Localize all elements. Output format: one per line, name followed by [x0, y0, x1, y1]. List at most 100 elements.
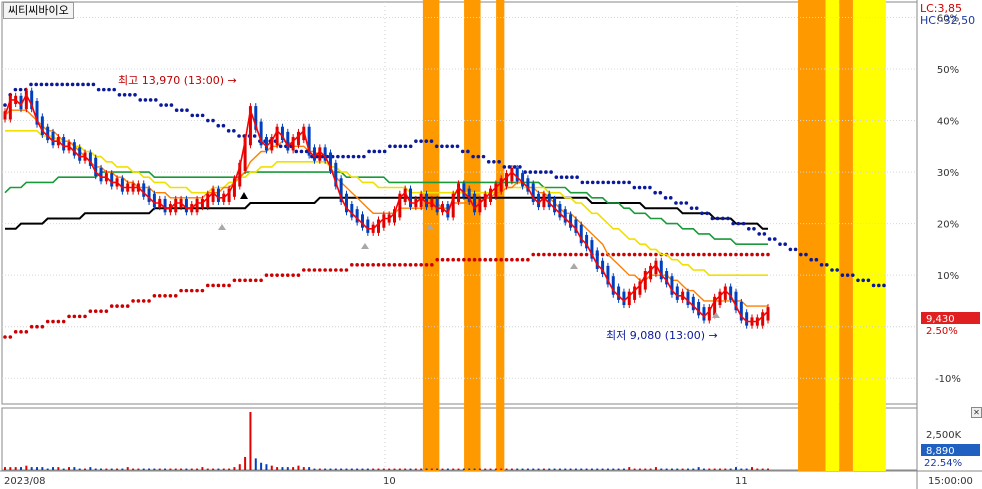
candle-body: [718, 291, 722, 306]
volume-bar: [137, 468, 140, 470]
envelope-lower-series-point: [718, 252, 722, 257]
candle-body: [761, 312, 765, 326]
envelope-lower-series-point: [339, 268, 343, 272]
envelope-upper-series-point: [741, 221, 746, 226]
highlight-band-6: [839, 0, 853, 471]
volume-bar: [462, 468, 465, 470]
envelope-lower-series-point: [141, 299, 146, 303]
envelope-lower-series-point: [264, 273, 269, 277]
volume-bar: [334, 468, 337, 470]
envelope-upper-series-point: [346, 154, 351, 159]
envelope-upper-series-point: [798, 252, 803, 257]
envelope-lower-series-point: [504, 257, 509, 262]
envelope-lower-series-point: [259, 278, 263, 283]
envelope-lower-series-point: [424, 263, 429, 267]
volume-bar: [84, 468, 87, 470]
envelope-lower-series-point: [515, 257, 520, 262]
volume-bar: [217, 468, 220, 470]
envelope-upper-series-point: [440, 144, 444, 149]
volume-bar: [558, 468, 561, 470]
stock-chart[interactable]: 60%50%40%30%20%10%-10%최고 13,970 (13:00) …: [0, 0, 982, 489]
envelope-upper-series-point: [434, 144, 439, 149]
volume-bar: [686, 468, 689, 470]
envelope-lower-series-point: [51, 319, 55, 324]
candle-body: [435, 198, 439, 213]
close-volume-pane-icon[interactable]: ✕: [971, 407, 982, 418]
envelope-lower-series-point: [61, 319, 66, 324]
legend-hc: HC:-32,50: [920, 14, 975, 27]
envelope-lower-series-point: [120, 304, 125, 308]
envelope-lower-series-point: [344, 268, 349, 272]
candle-body: [462, 183, 466, 197]
envelope-lower-series-point: [205, 283, 210, 288]
x-tick-label: 10: [383, 476, 396, 487]
envelope-upper-series-point: [34, 82, 39, 87]
envelope-lower-series-point: [173, 293, 178, 298]
envelope-lower-series-point: [755, 252, 760, 257]
envelope-upper-series-point: [299, 149, 304, 154]
envelope-lower-series-point: [323, 268, 327, 272]
volume-bar: [761, 468, 764, 470]
highlight-band-1: [422, 0, 440, 471]
envelope-upper-series-point: [403, 144, 408, 149]
envelope-lower-series-point: [414, 263, 418, 267]
volume-bar: [324, 468, 327, 470]
candle-body: [264, 137, 268, 151]
volume-bar: [110, 468, 113, 470]
envelope-lower-series-point: [104, 309, 109, 314]
volume-bar: [505, 468, 508, 470]
envelope-lower-series-point: [483, 257, 488, 262]
envelope-upper-series-point: [554, 175, 559, 180]
envelope-upper-series-point: [372, 149, 377, 154]
envelope-upper-series-point: [835, 268, 839, 272]
candle-body: [457, 183, 461, 202]
volume-bar: [393, 468, 396, 470]
candle-body: [521, 173, 525, 187]
volume-bar: [756, 468, 759, 470]
volume-bar: [36, 467, 39, 470]
volume-bar: [345, 468, 348, 470]
envelope-upper-series-point: [226, 129, 231, 133]
envelope-upper-series-point: [746, 226, 751, 231]
volume-bar: [196, 468, 199, 470]
volume-bar: [670, 468, 673, 470]
envelope-upper-series-point: [762, 232, 767, 236]
envelope-lower-series-point: [328, 268, 333, 272]
volume-bar: [654, 467, 657, 470]
volume-bar: [297, 465, 300, 470]
stock-name-label[interactable]: 씨티씨바이오: [3, 2, 74, 19]
volume-bar: [484, 468, 487, 470]
envelope-upper-series-point: [674, 201, 678, 205]
volume-axis-label: 2,500K: [926, 430, 962, 441]
envelope-lower-series-point: [526, 257, 530, 262]
low-annotation: 최저 9,080 (13:00) →: [606, 329, 718, 342]
envelope-upper-series-point: [112, 87, 117, 92]
candle-body: [473, 193, 477, 213]
envelope-lower-series-point: [147, 299, 151, 303]
envelope-upper-series-point: [122, 92, 127, 97]
envelope-upper-series-point: [445, 144, 449, 149]
volume-bar: [633, 468, 636, 470]
envelope-upper-series-point: [195, 113, 200, 118]
envelope-upper-series-point: [804, 252, 808, 257]
envelope-upper-series-point: [336, 154, 340, 159]
envelope-upper-series-point: [382, 149, 387, 154]
envelope-lower-series-point: [157, 293, 162, 298]
envelope-upper-series-point: [180, 108, 184, 113]
volume-bar: [126, 467, 129, 470]
volume-bar: [473, 468, 476, 470]
envelope-lower-series-point: [227, 283, 231, 288]
envelope-lower-series-point: [702, 252, 706, 257]
volume-bar: [409, 468, 412, 470]
envelope-upper-series-point: [221, 123, 226, 128]
envelope-lower-series-point: [622, 252, 626, 257]
envelope-lower-series-point: [195, 288, 199, 293]
envelope-upper-series-point: [450, 144, 455, 149]
envelope-upper-series-point: [471, 154, 475, 159]
envelope-lower-series-point: [696, 252, 701, 257]
envelope-lower-series-point: [19, 330, 23, 334]
envelope-upper-series-point: [752, 226, 756, 231]
envelope-lower-series-point: [200, 288, 205, 293]
envelope-upper-series-point: [237, 134, 241, 138]
volume-bar: [468, 468, 471, 470]
